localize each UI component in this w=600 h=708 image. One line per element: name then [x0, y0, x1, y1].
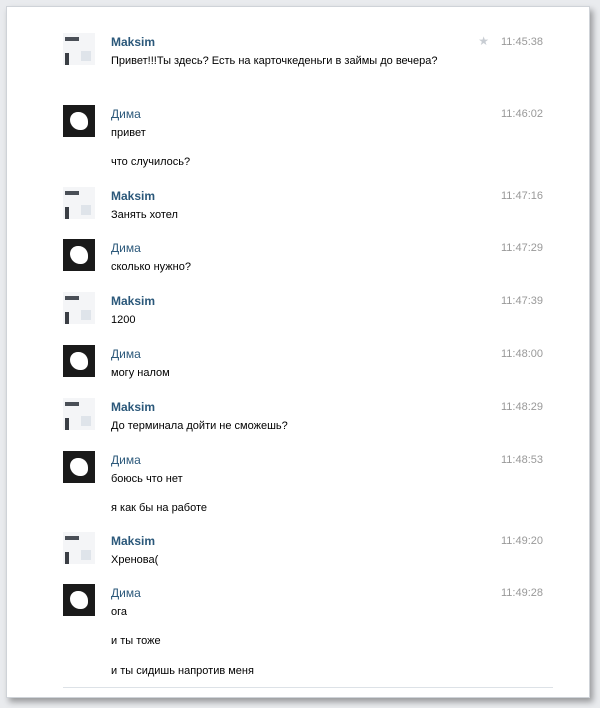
- avatar-part: [81, 51, 91, 61]
- avatar-dima[interactable]: [63, 345, 95, 377]
- message-time[interactable]: 11:48:00: [501, 348, 543, 360]
- chat-window: Maksim ★ 11:45:38 Привет!!!Ты здесь? Ест…: [6, 6, 590, 698]
- message-time[interactable]: 11:46:02: [501, 108, 543, 120]
- avatar-part: [70, 458, 88, 476]
- avatar-dima[interactable]: [63, 451, 95, 483]
- avatar-maksim[interactable]: [63, 532, 95, 564]
- message-author[interactable]: Дима: [111, 453, 141, 467]
- message-time[interactable]: 11:47:29: [501, 242, 543, 254]
- avatar-part: [65, 53, 69, 65]
- message-author[interactable]: Maksim: [111, 35, 155, 49]
- message-text: ога: [111, 606, 128, 618]
- message-time[interactable]: 11:48:53: [501, 454, 543, 466]
- avatar-part: [81, 310, 91, 320]
- avatar-dima[interactable]: [63, 239, 95, 271]
- avatar-part: [65, 296, 79, 300]
- message-author[interactable]: Дима: [111, 107, 141, 121]
- message-text: привет: [111, 127, 146, 139]
- avatar-part: [65, 191, 79, 195]
- avatar-maksim[interactable]: [63, 398, 95, 430]
- message-text: и ты сидишь напротив меня: [111, 665, 254, 677]
- message-author[interactable]: Дима: [111, 241, 141, 255]
- avatar-part: [65, 552, 69, 564]
- message-author[interactable]: Maksim: [111, 534, 155, 548]
- avatar-part: [70, 352, 88, 370]
- avatar-part: [81, 550, 91, 560]
- message-text: боюсь что нет: [111, 473, 183, 485]
- star-icon[interactable]: ★: [478, 34, 489, 48]
- message-author[interactable]: Maksim: [111, 294, 155, 308]
- avatar-dima[interactable]: [63, 105, 95, 137]
- message-text: 1200: [111, 314, 136, 326]
- avatar-part: [65, 402, 79, 406]
- avatar-part: [70, 591, 88, 609]
- message-text: До терминала дойти не сможешь?: [111, 420, 288, 432]
- message-text: сколько нужно?: [111, 261, 191, 273]
- avatar-part: [65, 207, 69, 219]
- message-time[interactable]: 11:47:16: [501, 190, 543, 202]
- avatar-part: [81, 205, 91, 215]
- message-author[interactable]: Дима: [111, 347, 141, 361]
- avatar-part: [65, 418, 69, 430]
- avatar-part: [65, 312, 69, 324]
- avatar-part: [70, 246, 88, 264]
- avatar-maksim[interactable]: [63, 33, 95, 65]
- message-text: я как бы на работе: [111, 502, 208, 514]
- message-time[interactable]: 11:45:38: [501, 36, 543, 48]
- message-author[interactable]: Дима: [111, 586, 141, 600]
- avatar-part: [65, 37, 79, 41]
- message-time[interactable]: 11:47:39: [501, 295, 543, 307]
- message-text: Занять хотел: [111, 209, 178, 221]
- avatar-maksim[interactable]: [63, 187, 95, 219]
- bottom-divider: [63, 687, 553, 688]
- avatar-dima[interactable]: [63, 584, 95, 616]
- message-author[interactable]: Maksim: [111, 189, 155, 203]
- avatar-part: [65, 536, 79, 540]
- message-text: Привет!!!Ты здесь? Есть на карточкеденьг…: [111, 55, 438, 67]
- message-text: и ты тоже: [111, 635, 161, 647]
- avatar-maksim[interactable]: [63, 292, 95, 324]
- message-time[interactable]: 11:49:20: [501, 535, 543, 547]
- message-time[interactable]: 11:49:28: [501, 587, 543, 599]
- message-author[interactable]: Maksim: [111, 400, 155, 414]
- message-text: что случилось?: [111, 156, 191, 168]
- avatar-part: [70, 112, 88, 130]
- message-text: могу налом: [111, 367, 170, 379]
- message-text: Хренова(: [111, 554, 159, 566]
- message-time[interactable]: 11:48:29: [501, 401, 543, 413]
- avatar-part: [81, 416, 91, 426]
